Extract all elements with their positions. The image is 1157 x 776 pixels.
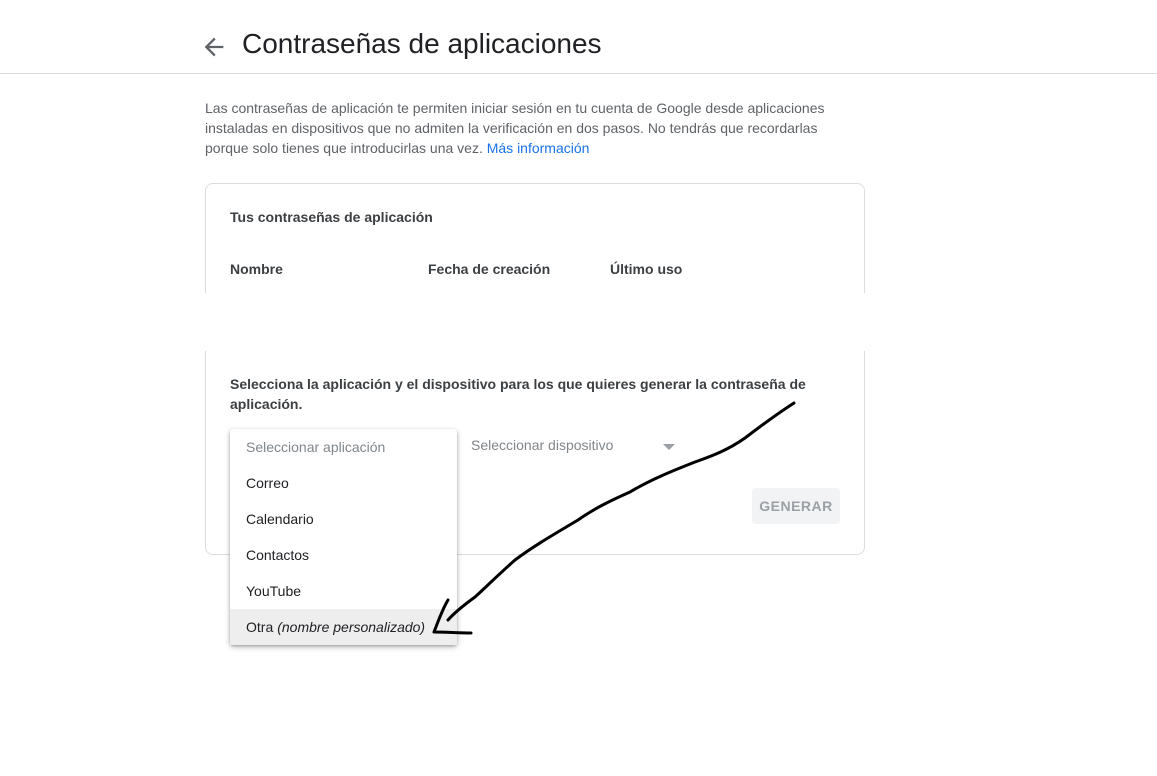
- device-select[interactable]: Seleccionar dispositivo: [471, 437, 681, 459]
- menu-item-calendario[interactable]: Calendario: [230, 501, 457, 537]
- column-header-created: Fecha de creación: [428, 261, 551, 277]
- app-select-dropdown: Seleccionar aplicación Correo Calendario…: [230, 429, 457, 645]
- column-header-last-used: Último uso: [610, 261, 683, 277]
- menu-item-contactos[interactable]: Contactos: [230, 537, 457, 573]
- menu-item-otra-hint: (nombre personalizado): [277, 619, 426, 635]
- column-header-name: Nombre: [230, 261, 283, 277]
- select-description: Selecciona la aplicación y el dispositiv…: [230, 376, 806, 412]
- page-title: Contraseñas de aplicaciones: [242, 28, 602, 59]
- generate-button[interactable]: GENERAR: [752, 488, 840, 524]
- more-info-link[interactable]: Más información: [487, 140, 590, 156]
- menu-item-correo[interactable]: Correo: [230, 465, 457, 501]
- menu-item-otra-label: Otra: [246, 619, 274, 635]
- menu-item-otra[interactable]: Otra (nombre personalizado): [230, 609, 457, 645]
- card-divider-gap: [198, 293, 872, 351]
- menu-item-youtube[interactable]: YouTube: [230, 573, 457, 609]
- card-title: Tus contraseñas de aplicación: [230, 209, 433, 225]
- back-button[interactable]: [200, 33, 228, 61]
- page-header: Contraseñas de aplicaciones: [0, 0, 1157, 74]
- arrow-left-icon: [204, 37, 224, 57]
- intro-text: Las contraseñas de aplicación te permite…: [205, 98, 855, 158]
- app-select-placeholder[interactable]: Seleccionar aplicación: [230, 429, 457, 465]
- caret-down-icon: [663, 444, 675, 450]
